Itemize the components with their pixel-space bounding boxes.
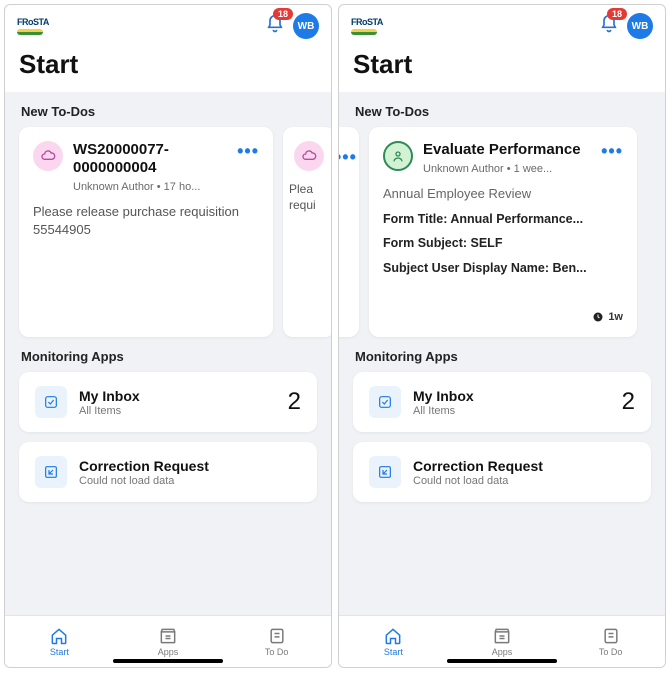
- todo-title: Evaluate Performance: [423, 141, 591, 159]
- todo-card[interactable]: Evaluate Performance Unknown Author • 1 …: [369, 127, 637, 337]
- section-todos-title: New To-Dos: [5, 92, 331, 127]
- app-list: My Inbox All Items 2 Correction Request …: [5, 372, 331, 502]
- todo-age-text: 1w: [608, 311, 623, 323]
- brand-logo: FRoSTA: [351, 18, 383, 35]
- apps-icon: [492, 626, 512, 646]
- notif-badge: 18: [273, 8, 293, 21]
- brand-wave: [17, 29, 43, 35]
- card-menu-button[interactable]: •••: [237, 141, 259, 156]
- nav-apps[interactable]: Apps: [138, 626, 198, 657]
- todo-peek-body: Plearequi: [289, 181, 329, 213]
- todo-icon: [601, 626, 621, 646]
- inbox-icon: [35, 386, 67, 418]
- app-card-correction[interactable]: Correction Request Could not load data: [353, 442, 651, 502]
- inbox-icon: [369, 386, 401, 418]
- home-icon: [383, 626, 403, 646]
- brand-text: FRoSTA: [17, 18, 49, 27]
- app-card-inbox[interactable]: My Inbox All Items 2: [353, 372, 651, 432]
- apps-icon: [158, 626, 178, 646]
- avatar[interactable]: WB: [293, 13, 319, 39]
- todo-card[interactable]: WS20000077-0000000004 Unknown Author • 1…: [19, 127, 273, 337]
- header: FRoSTA 18 WB: [5, 5, 331, 43]
- edit-icon: [35, 456, 67, 488]
- brand-logo: FRoSTA: [17, 18, 49, 35]
- nav-todo[interactable]: To Do: [581, 626, 641, 657]
- content: New To-Dos WS20000077-0000000004 Unknown…: [5, 92, 331, 615]
- page-title: Start: [339, 43, 665, 92]
- section-todos-title: New To-Dos: [339, 92, 665, 127]
- card-menu-button[interactable]: •••: [601, 141, 623, 156]
- app-name: My Inbox: [413, 388, 622, 404]
- nav-label: Apps: [158, 647, 179, 657]
- phone-right: FRoSTA 18 WB Start New To-Dos •••: [338, 4, 666, 668]
- nav-start[interactable]: Start: [363, 626, 423, 657]
- nav-label: Start: [50, 647, 69, 657]
- content: New To-Dos ••• Evaluate Performance Unkn…: [339, 92, 665, 615]
- todo-card-row: ••• Evaluate Performance Unknown Author …: [339, 127, 665, 337]
- app-name: Correction Request: [413, 458, 635, 474]
- app-name: My Inbox: [79, 388, 288, 404]
- clock-icon: [592, 311, 604, 323]
- inbox-count: 2: [288, 388, 301, 416]
- header-actions: 18 WB: [265, 13, 319, 39]
- todo-subtitle: Unknown Author • 1 wee...: [423, 163, 591, 175]
- todo-card-peek-left[interactable]: •••: [339, 127, 359, 337]
- home-indicator: [113, 659, 223, 663]
- nav-start[interactable]: Start: [29, 626, 89, 657]
- app-list: My Inbox All Items 2 Correction Request …: [339, 372, 665, 502]
- nav-label: Apps: [492, 647, 513, 657]
- section-apps-title: Monitoring Apps: [339, 337, 665, 372]
- todo-card-peek[interactable]: Plearequi: [283, 127, 331, 337]
- avatar[interactable]: WB: [627, 13, 653, 39]
- inbox-count: 2: [622, 388, 635, 416]
- nav-label: Start: [384, 647, 403, 657]
- card-menu-button[interactable]: •••: [339, 147, 357, 168]
- app-card-correction[interactable]: Correction Request Could not load data: [19, 442, 317, 502]
- header: FRoSTA 18 WB: [339, 5, 665, 43]
- page-title: Start: [5, 43, 331, 92]
- nav-label: To Do: [599, 647, 623, 657]
- notifications-button[interactable]: 18: [265, 14, 285, 39]
- notifications-button[interactable]: 18: [599, 14, 619, 39]
- home-icon: [49, 626, 69, 646]
- todo-title: WS20000077-0000000004: [73, 141, 227, 177]
- todo-line0: Annual Employee Review: [383, 185, 623, 203]
- header-actions: 18 WB: [599, 13, 653, 39]
- app-name: Correction Request: [79, 458, 301, 474]
- todo-subtitle: Unknown Author • 17 ho...: [73, 181, 227, 193]
- home-indicator: [447, 659, 557, 663]
- app-sub: All Items: [79, 405, 288, 417]
- todo-card-row: WS20000077-0000000004 Unknown Author • 1…: [5, 127, 331, 337]
- todo-line1: Form Title: Annual Performance...: [383, 211, 623, 228]
- edit-icon: [369, 456, 401, 488]
- todo-age: 1w: [383, 311, 623, 323]
- todo-body: Annual Employee Review Form Title: Annua…: [383, 185, 623, 277]
- todo-line2: Form Subject: SELF: [383, 235, 623, 252]
- nav-todo[interactable]: To Do: [247, 626, 307, 657]
- app-sub: Could not load data: [413, 475, 635, 487]
- brand-text: FRoSTA: [351, 18, 383, 27]
- brand-wave: [351, 29, 377, 35]
- notif-badge: 18: [607, 8, 627, 21]
- app-sub: All Items: [413, 405, 622, 417]
- person-icon: [383, 141, 413, 171]
- app-card-inbox[interactable]: My Inbox All Items 2: [19, 372, 317, 432]
- cloud-icon: [294, 141, 324, 171]
- phone-left: FRoSTA 18 WB Start New To-Dos WS20000077…: [4, 4, 332, 668]
- nav-label: To Do: [265, 647, 289, 657]
- todo-line3: Subject User Display Name: Ben...: [383, 260, 623, 277]
- app-sub: Could not load data: [79, 475, 301, 487]
- cloud-icon: [33, 141, 63, 171]
- nav-apps[interactable]: Apps: [472, 626, 532, 657]
- section-apps-title: Monitoring Apps: [5, 337, 331, 372]
- todo-body: Please release purchase requisition 5554…: [33, 203, 259, 238]
- todo-icon: [267, 626, 287, 646]
